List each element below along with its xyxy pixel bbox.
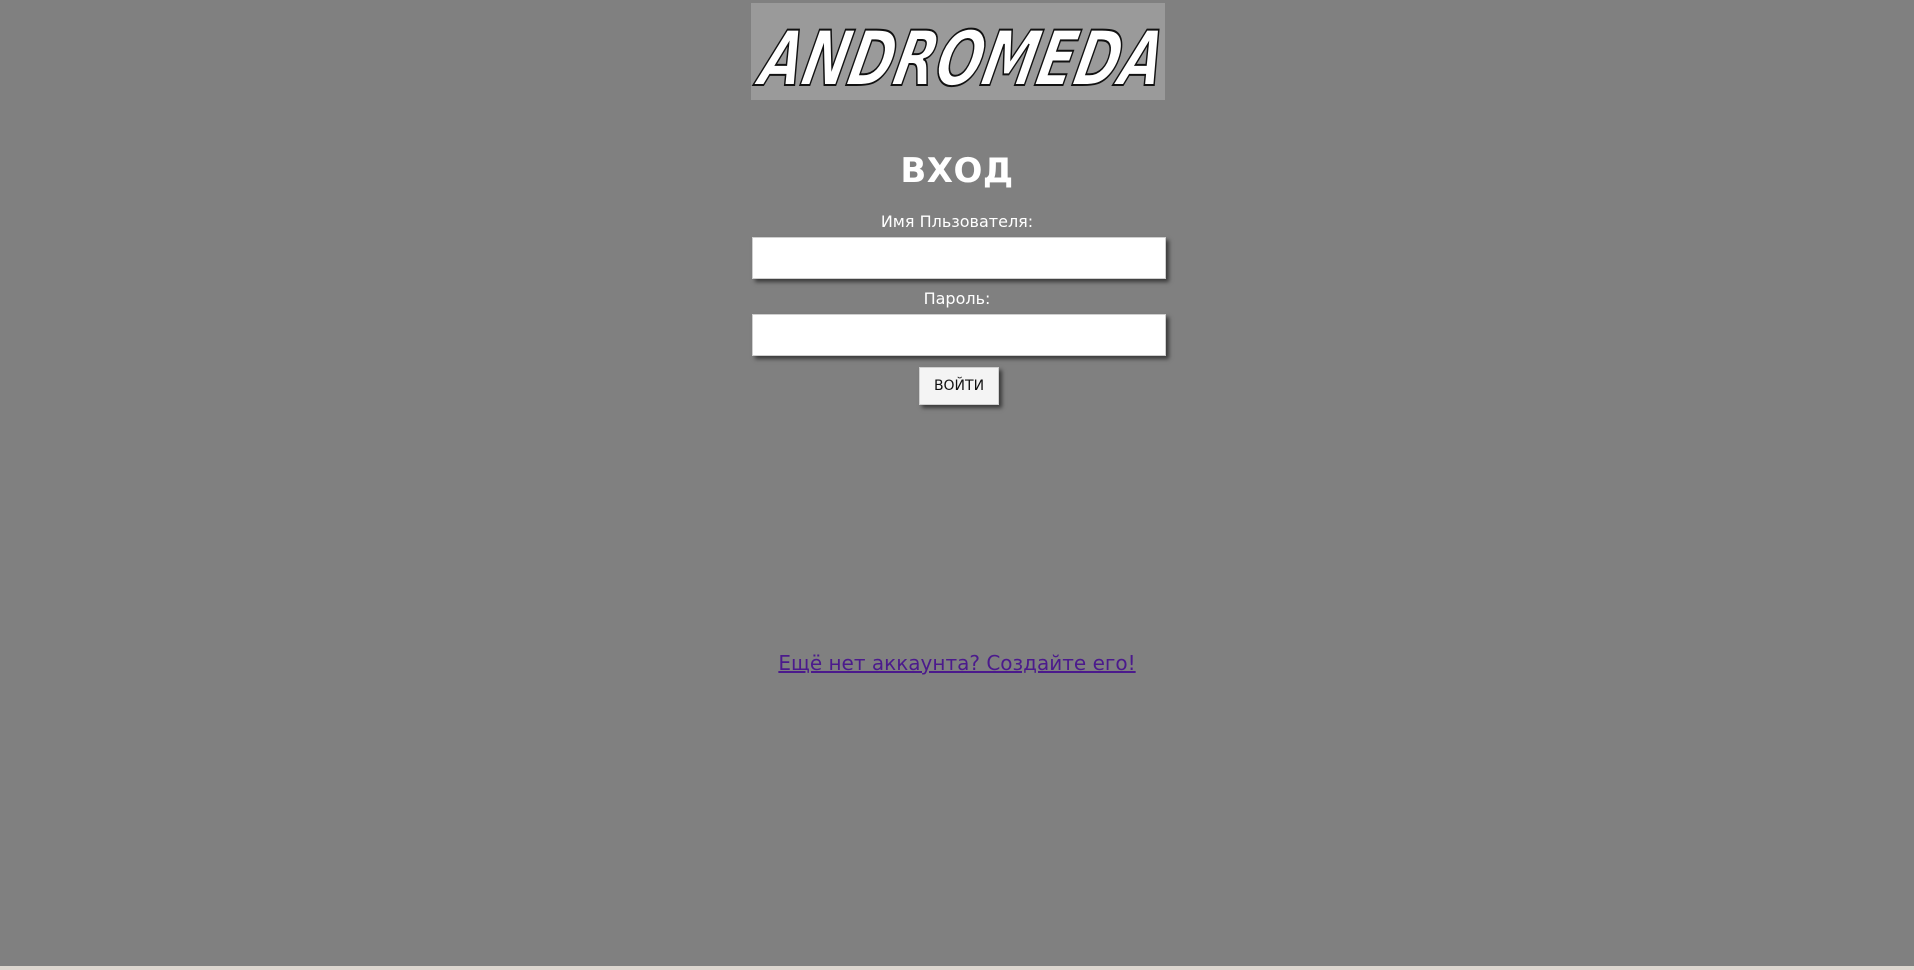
login-title: ВХОД [900, 151, 1014, 191]
signup-link[interactable]: Ещё нет аккаунта? Создайте его! [778, 651, 1135, 675]
logo-text: ANDROMEDA [751, 16, 1165, 100]
username-label: Имя Пльзователя: [880, 212, 1034, 231]
password-input[interactable] [752, 314, 1166, 356]
username-input[interactable] [752, 237, 1166, 279]
password-label: Пароль: [923, 289, 991, 308]
login-button[interactable]: ВОЙТИ [919, 367, 999, 405]
signup-link-container: Ещё нет аккаунта? Создайте его! [0, 650, 1914, 676]
andromeda-logo: ANDROMEDA [751, 3, 1165, 100]
bottom-edge-bar [0, 966, 1914, 970]
